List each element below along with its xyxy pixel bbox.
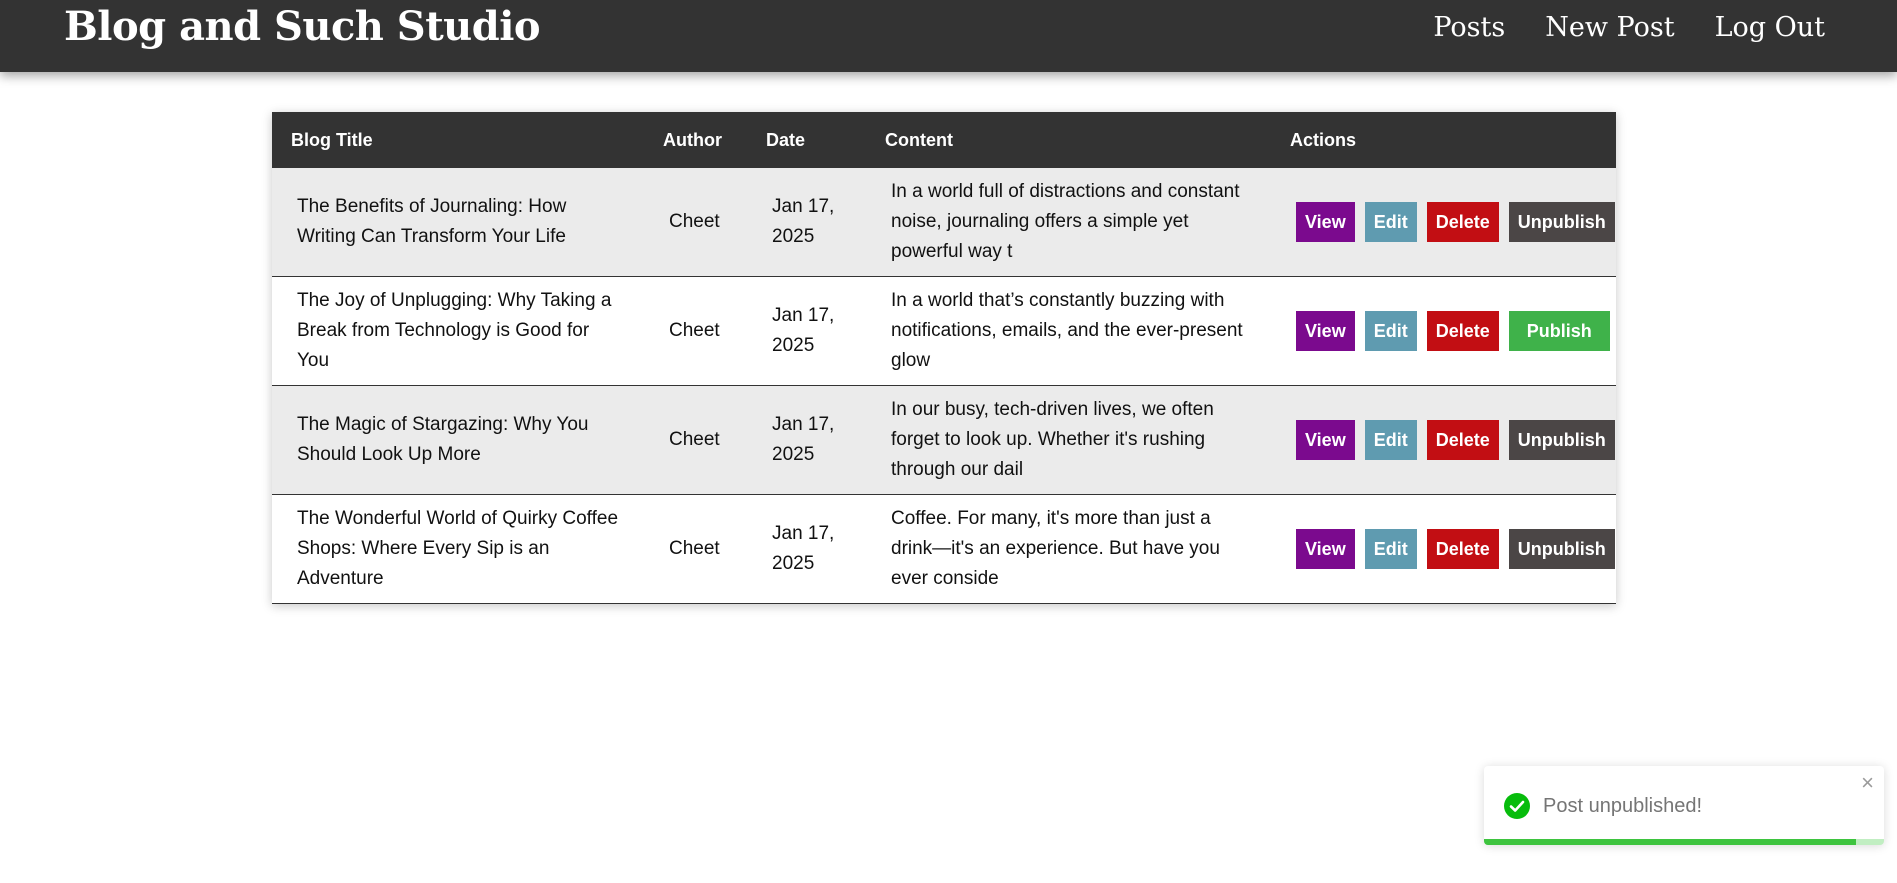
delete-button[interactable]: Delete <box>1426 311 1499 351</box>
column-header-date: Date <box>747 112 866 168</box>
unpublish-button[interactable]: Unpublish <box>1508 529 1615 569</box>
post-title: The Magic of Stargazing: Why You Should … <box>272 385 644 495</box>
post-title: The Benefits of Journaling: How Writing … <box>272 168 644 277</box>
post-title: The Joy of Unplugging: Why Taking a Brea… <box>272 276 644 386</box>
nav-link-new-post[interactable]: New Post <box>1545 8 1674 48</box>
nav-link-posts[interactable]: Posts <box>1433 8 1505 48</box>
table-row: The Wonderful World of Quirky Coffee Sho… <box>272 494 1616 604</box>
table-row: The Joy of Unplugging: Why Taking a Brea… <box>272 276 1616 386</box>
post-content: In a world full of distractions and cons… <box>866 168 1271 277</box>
table-row: The Benefits of Journaling: How Writing … <box>272 168 1616 277</box>
post-actions: View Edit Delete Unpublish <box>1271 168 1616 277</box>
delete-button[interactable]: Delete <box>1426 529 1499 569</box>
toast-progress-bar <box>1484 839 1856 845</box>
toast-notification[interactable]: Post unpublished! × <box>1484 766 1884 845</box>
column-header-author: Author <box>644 112 747 168</box>
post-date: Jan 17, 2025 <box>747 168 866 277</box>
column-header-title: Blog Title <box>272 112 644 168</box>
view-button[interactable]: View <box>1296 529 1355 569</box>
post-content: Coffee. For many, it's more than just a … <box>866 494 1271 604</box>
post-actions: View Edit Delete Publish <box>1271 276 1616 386</box>
unpublish-button[interactable]: Unpublish <box>1508 420 1615 460</box>
post-title: The Wonderful World of Quirky Coffee Sho… <box>272 494 644 604</box>
table-row: The Magic of Stargazing: Why You Should … <box>272 385 1616 495</box>
post-author: Cheet <box>644 276 747 386</box>
delete-button[interactable]: Delete <box>1426 420 1499 460</box>
column-header-actions: Actions <box>1271 112 1616 168</box>
publish-button[interactable]: Publish <box>1508 311 1610 351</box>
edit-button[interactable]: Edit <box>1364 311 1417 351</box>
posts-table: Blog Title Author Date Content Actions T… <box>272 112 1616 604</box>
post-content: In a world that’s constantly buzzing wit… <box>866 276 1271 386</box>
post-actions: View Edit Delete Unpublish <box>1271 385 1616 495</box>
close-icon[interactable]: × <box>1861 770 1874 796</box>
edit-button[interactable]: Edit <box>1364 420 1417 460</box>
edit-button[interactable]: Edit <box>1364 202 1417 242</box>
post-content: In our busy, tech-driven lives, we often… <box>866 385 1271 495</box>
view-button[interactable]: View <box>1296 202 1355 242</box>
nav-link-log-out[interactable]: Log Out <box>1715 8 1825 48</box>
column-header-content: Content <box>866 112 1271 168</box>
post-actions: View Edit Delete Unpublish <box>1271 494 1616 604</box>
table-header-row: Blog Title Author Date Content Actions <box>272 112 1616 168</box>
view-button[interactable]: View <box>1296 420 1355 460</box>
posts-table-container: Blog Title Author Date Content Actions T… <box>272 112 1616 604</box>
post-author: Cheet <box>644 385 747 495</box>
view-button[interactable]: View <box>1296 311 1355 351</box>
check-circle-icon <box>1503 792 1531 820</box>
post-date: Jan 17, 2025 <box>747 385 866 495</box>
post-date: Jan 17, 2025 <box>747 494 866 604</box>
post-author: Cheet <box>644 168 747 277</box>
top-navbar: Blog and Such Studio Posts New Post Log … <box>0 0 1897 72</box>
unpublish-button[interactable]: Unpublish <box>1508 202 1615 242</box>
toast-message: Post unpublished! <box>1543 795 1703 817</box>
edit-button[interactable]: Edit <box>1364 529 1417 569</box>
main-nav: Posts New Post Log Out <box>1433 8 1825 48</box>
brand-title[interactable]: Blog and Such Studio <box>64 2 541 52</box>
post-author: Cheet <box>644 494 747 604</box>
delete-button[interactable]: Delete <box>1426 202 1499 242</box>
post-date: Jan 17, 2025 <box>747 276 866 386</box>
